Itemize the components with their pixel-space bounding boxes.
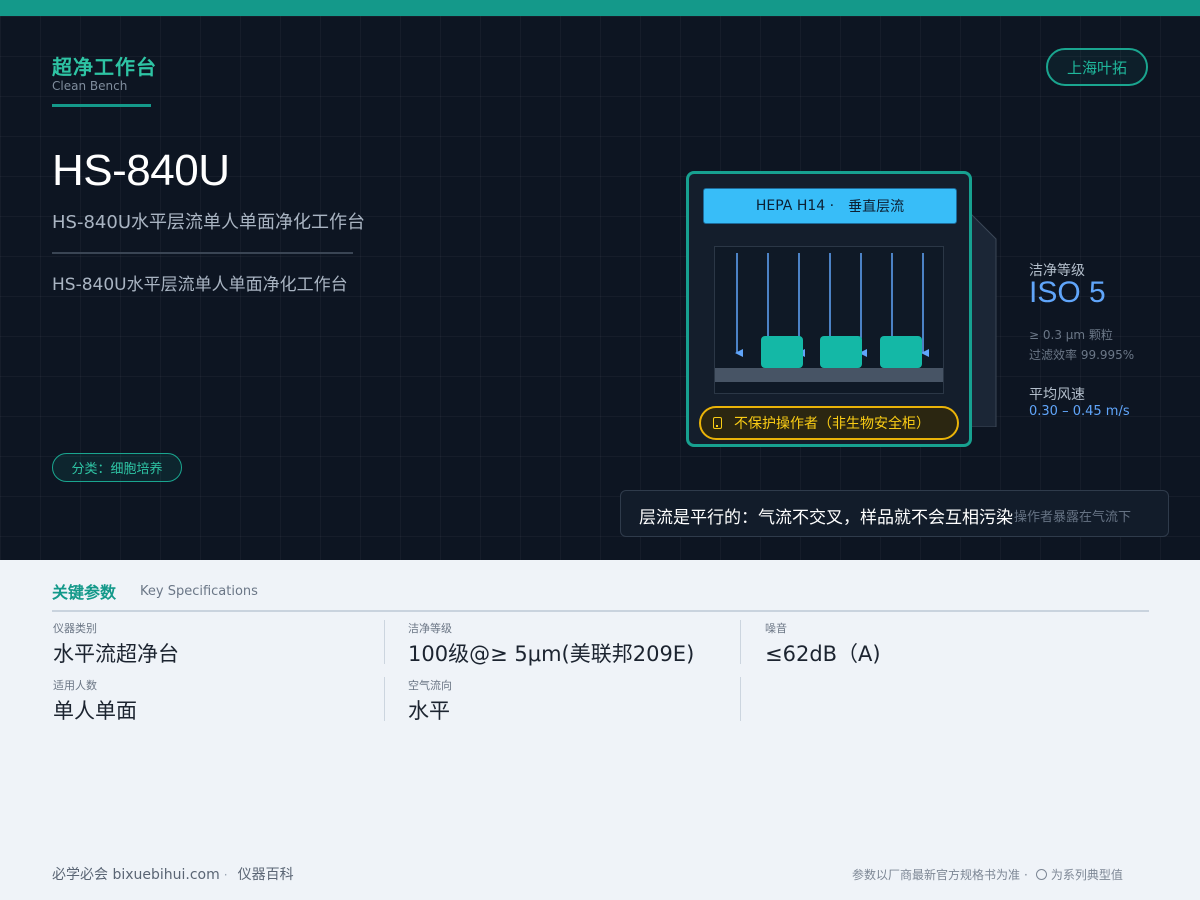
- spec-value: ≤62dB（A): [765, 642, 881, 666]
- warning-text: 不保护操作者（非生物安全柜）: [734, 416, 930, 432]
- category-title: 超净工作台: [52, 55, 157, 79]
- section-link[interactable]: 仪器百科: [238, 867, 294, 883]
- spec-value: 单人单面: [53, 699, 137, 723]
- spec-item: 仪器类别 水平流超净台: [53, 620, 179, 668]
- sample-block: [820, 336, 862, 368]
- hepa-filter-label: HEPA H14 ·: [755, 198, 835, 214]
- column-divider: [740, 677, 741, 721]
- specs-divider: [52, 610, 1149, 612]
- model-description-secondary: HS-840U水平层流单人单面净化工作台: [52, 275, 348, 295]
- circle-icon: [1035, 869, 1047, 880]
- sample-block: [880, 336, 922, 368]
- footer-left: 必学必会 bixuebihui.com · 仪器百科: [52, 867, 294, 883]
- divider: [52, 252, 353, 254]
- category-underline: [52, 104, 151, 107]
- spec-item: 空气流向 水平: [408, 677, 452, 725]
- callout-ghost-text: 操作者暴露在气流下: [1014, 510, 1132, 525]
- spec-label: 空气流向: [408, 679, 452, 692]
- cleanliness-value: ISO 5: [1029, 276, 1106, 309]
- column-divider: [740, 620, 741, 664]
- clean-bench-illustration: HEPA H14 · 垂直层流 不保护操作者（非生物安全柜）: [686, 171, 972, 447]
- spec-item: 适用人数 单人单面: [53, 677, 137, 725]
- footer-note-text: 参数以厂商最新官方规格书为准: [852, 868, 1021, 882]
- spec-item: 洁净等级 100级@≥ 5μm(美联邦209E): [408, 620, 694, 668]
- work-chamber: [714, 246, 944, 394]
- particle-size: ≥ 0.3 μm 颗粒: [1029, 328, 1113, 342]
- column-divider: [384, 677, 385, 721]
- footer-note-text-2: 为系列典型值: [1050, 868, 1123, 882]
- flow-direction-label: 垂直层流: [848, 199, 905, 215]
- column-divider: [384, 620, 385, 664]
- spec-label: 适用人数: [53, 679, 97, 692]
- sample-block: [761, 336, 803, 368]
- spec-item: 噪音 ≤62dB（A): [765, 620, 881, 668]
- phone-icon: [713, 417, 722, 429]
- spec-label: 洁净等级: [408, 622, 452, 635]
- hepa-filter: HEPA H14 · 垂直层流: [703, 188, 957, 224]
- model-description: HS-840U水平层流单人单面净化工作台: [52, 212, 365, 233]
- filter-efficiency: 过滤效率 99.995%: [1029, 348, 1135, 362]
- brand-button[interactable]: 上海叶拓: [1046, 48, 1148, 86]
- spec-value: 水平: [408, 699, 450, 723]
- spec-label: 仪器类别: [53, 622, 97, 635]
- category-tag[interactable]: 分类：细胞培养: [52, 453, 182, 482]
- specs-title: 关键参数: [52, 583, 117, 602]
- airspeed-label: 平均风速: [1029, 387, 1085, 403]
- bench-side-panel: [968, 211, 997, 427]
- top-accent-bar: [0, 0, 1200, 16]
- site-link[interactable]: 必学必会 bixuebihui.com: [52, 867, 220, 883]
- airspeed-value: 0.30 – 0.45 m/s: [1029, 404, 1130, 419]
- spec-value: 100级@≥ 5μm(美联邦209E): [408, 642, 695, 666]
- specs-subtitle: Key Specifications: [140, 584, 258, 599]
- warning-badge: 不保护操作者（非生物安全柜）: [699, 406, 959, 440]
- category-subtitle: Clean Bench: [52, 79, 128, 93]
- hero-section: 超净工作台 Clean Bench 上海叶拓 HS-840U HS-840U水平…: [0, 16, 1200, 560]
- work-surface: [715, 368, 943, 382]
- laminar-flow-callout: 操作者暴露在气流下 层流是平行的：气流不交叉，样品就不会互相污染: [620, 490, 1169, 537]
- model-title: HS-840U: [52, 146, 230, 195]
- callout-main-text: 层流是平行的：气流不交叉，样品就不会互相污染: [639, 508, 1013, 528]
- spec-value: 水平流超净台: [53, 642, 179, 666]
- footer-note: 参数以厂商最新官方规格书为准 · 为系列典型值: [852, 868, 1123, 882]
- spec-label: 噪音: [765, 622, 787, 635]
